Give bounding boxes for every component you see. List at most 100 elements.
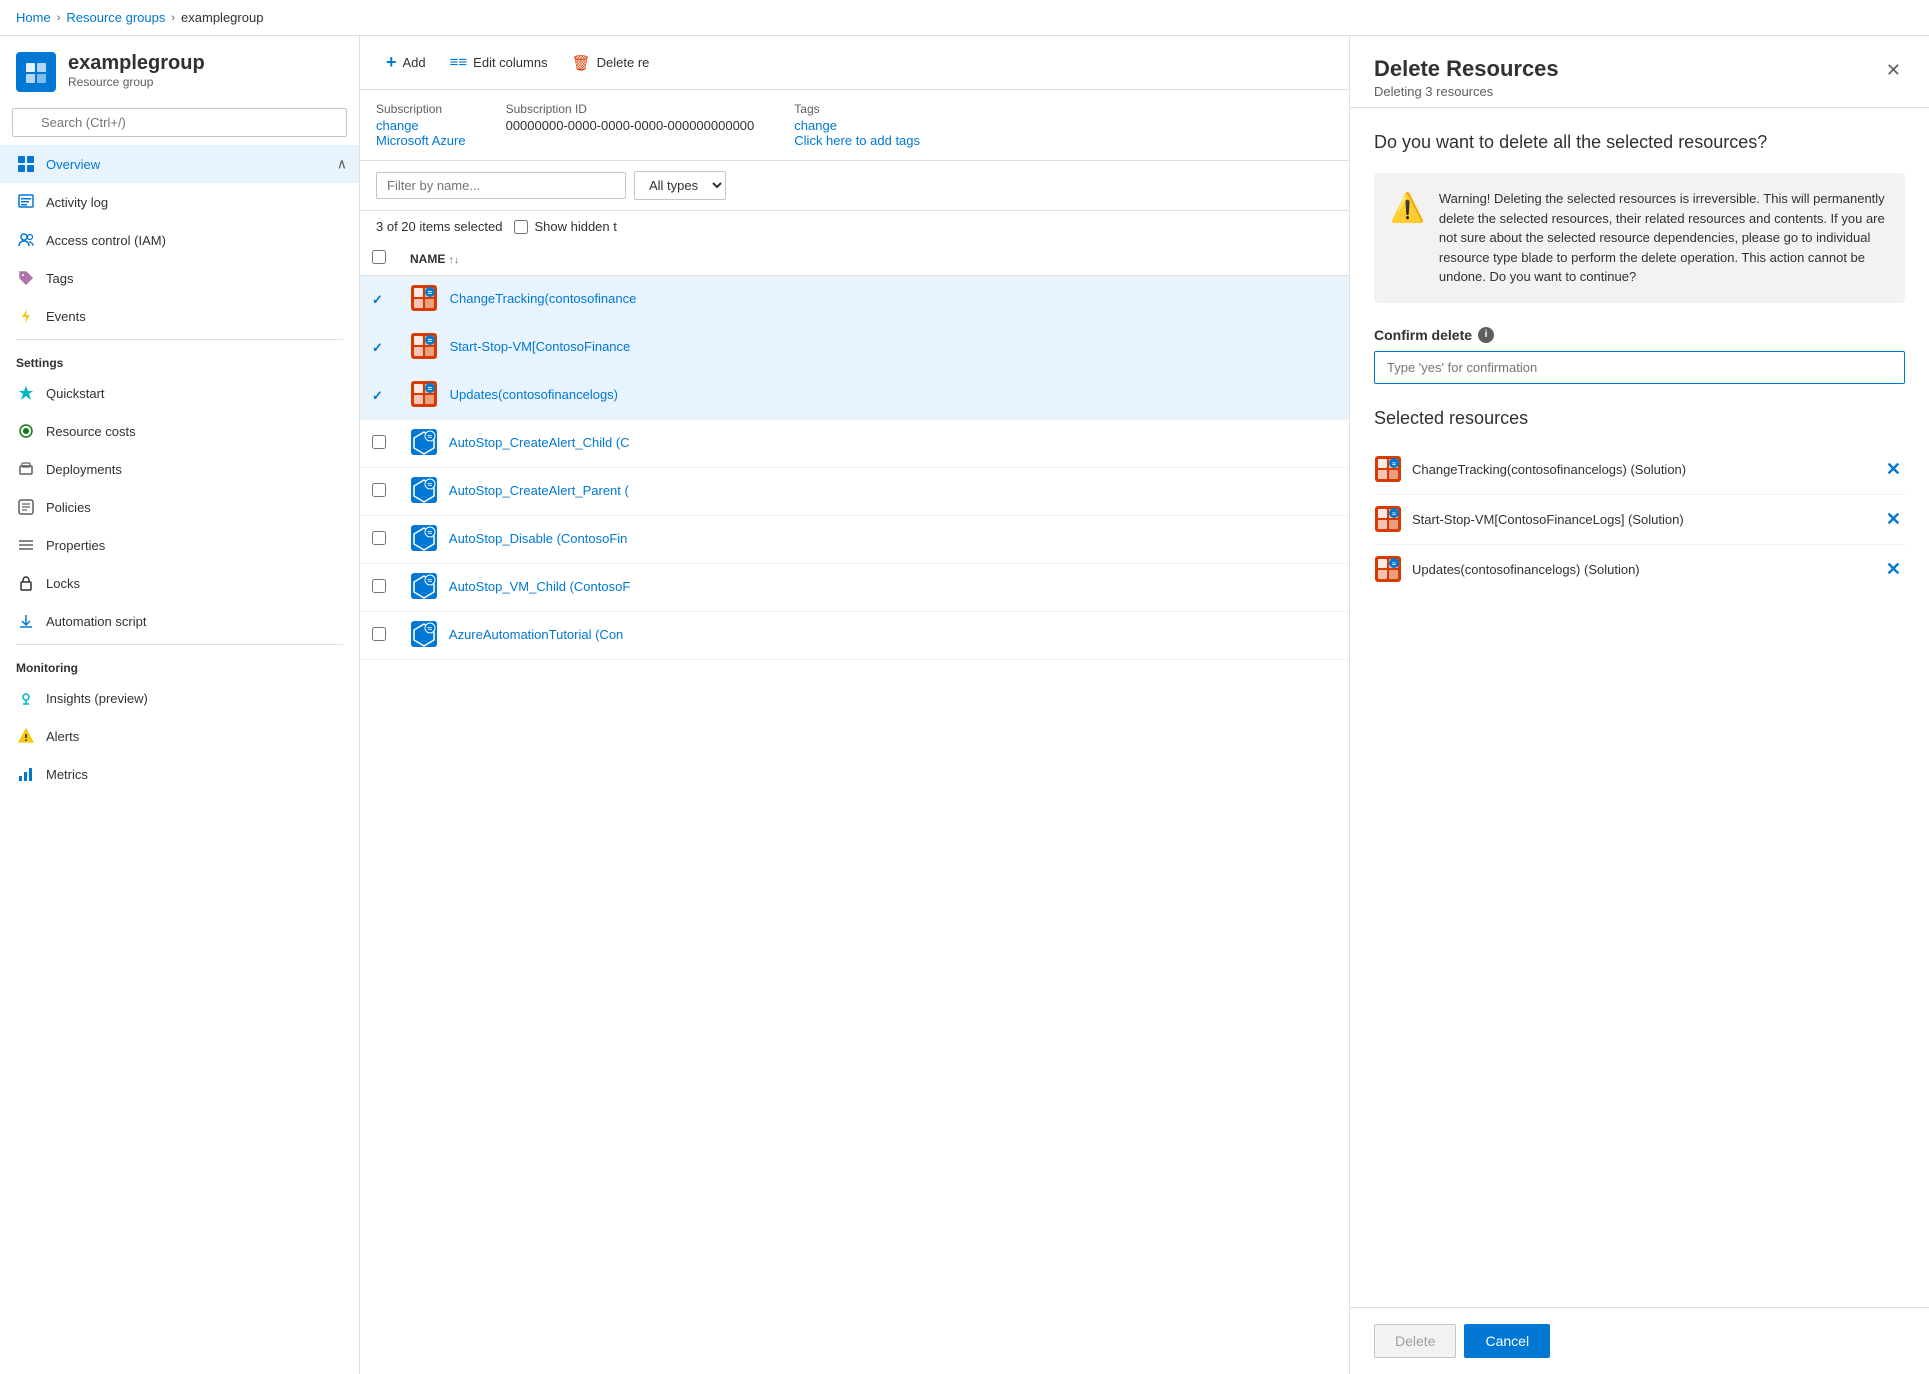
- row-name-cell: ≈ AutoStop_CreateAlert_Child (C: [398, 420, 1349, 468]
- row-checkbox-cell: [360, 516, 398, 564]
- tags-value: change Click here to add tags: [794, 118, 920, 148]
- sidebar-item-insights[interactable]: Insights (preview): [0, 679, 359, 717]
- sidebar-item-alerts[interactable]: Alerts: [0, 717, 359, 755]
- resource-name-link[interactable]: AutoStop_Disable (ContosoFin: [449, 531, 628, 546]
- row-name-cell: ≈ Start-Stop-VM[ContosoFinance: [398, 324, 1349, 372]
- quickstart-icon: [16, 383, 36, 403]
- sidebar-item-resource-costs[interactable]: Resource costs: [0, 412, 359, 450]
- subscription-group: Subscription change Microsoft Azure: [376, 102, 466, 148]
- resource-name-link[interactable]: Start-Stop-VM[ContosoFinance: [450, 339, 631, 354]
- close-panel-button[interactable]: ✕: [1882, 56, 1905, 85]
- delete-resources-panel: Delete Resources Deleting 3 resources ✕ …: [1349, 36, 1929, 1374]
- resource-name-link[interactable]: Updates(contosofinancelogs): [450, 387, 618, 402]
- resource-type-icon: ≈: [410, 620, 438, 651]
- svg-text:≈: ≈: [428, 288, 433, 297]
- selected-resource-icon: ≈: [1374, 555, 1402, 583]
- resource-name-link[interactable]: ChangeTracking(contosofinance: [450, 291, 637, 306]
- row-name-cell: ≈ Updates(contosofinancelogs): [398, 372, 1349, 420]
- row-checkbox[interactable]: [372, 435, 386, 449]
- delete-panel-subtitle: Deleting 3 resources: [1374, 84, 1559, 99]
- cancel-button[interactable]: Cancel: [1464, 1324, 1550, 1358]
- tags-change-link[interactable]: change: [794, 118, 837, 133]
- resource-name-link[interactable]: AutoStop_VM_Child (ContosoF: [449, 579, 630, 594]
- table-row: ≈ AutoStop_VM_Child (ContosoF: [360, 564, 1349, 612]
- search-input[interactable]: [12, 108, 347, 137]
- row-name-cell: ≈ ChangeTracking(contosofinance: [398, 276, 1349, 324]
- resources-table: NAME ↑↓ ✓ ≈ ChangeTracking(contosofinanc…: [360, 242, 1349, 660]
- warning-icon: ⚠️: [1390, 191, 1425, 224]
- subscription-change-link[interactable]: change: [376, 118, 419, 133]
- sidebar-item-quickstart[interactable]: Quickstart: [0, 374, 359, 412]
- selected-resource-name: Updates(contosofinancelogs) (Solution): [1412, 562, 1872, 577]
- breadcrumb-sep-1: ›: [57, 12, 61, 24]
- sidebar-item-locks[interactable]: Locks: [0, 564, 359, 602]
- sort-icon[interactable]: ↑↓: [449, 255, 459, 266]
- show-hidden-group: Show hidden t: [514, 219, 616, 234]
- breadcrumb-resource-groups[interactable]: Resource groups: [66, 10, 165, 25]
- subscription-id-group: Subscription ID 00000000-0000-0000-0000-…: [506, 102, 755, 148]
- sidebar-item-access-control[interactable]: Access control (IAM): [0, 221, 359, 259]
- sidebar-item-tags[interactable]: Tags: [0, 259, 359, 297]
- subscription-id-label: Subscription ID: [506, 102, 755, 116]
- remove-resource-button[interactable]: ✕: [1882, 455, 1905, 484]
- sidebar-item-events[interactable]: Events: [0, 297, 359, 335]
- remove-resource-button[interactable]: ✕: [1882, 505, 1905, 534]
- show-hidden-checkbox[interactable]: [514, 220, 528, 234]
- automation-icon: [16, 611, 36, 631]
- confirm-delete-input[interactable]: [1374, 351, 1905, 384]
- sidebar-item-overview[interactable]: Overview ∧: [0, 145, 359, 183]
- table-row: ≈ AutoStop_CreateAlert_Child (C: [360, 420, 1349, 468]
- tags-add-link[interactable]: Click here to add tags: [794, 133, 920, 148]
- filter-type-select[interactable]: All types: [634, 171, 726, 200]
- lock-icon: [16, 573, 36, 593]
- sidebar-item-metrics[interactable]: Metrics: [0, 755, 359, 793]
- edit-columns-button[interactable]: ≡≡ Edit columns: [440, 48, 558, 77]
- row-checkbox-cell: ✓: [360, 276, 398, 324]
- sidebar-item-access-control-label: Access control (IAM): [46, 233, 166, 248]
- content-area: + Add ≡≡ Edit columns 🗑 Delete re Subscr…: [360, 36, 1349, 1374]
- resource-type-icon: ≈: [410, 524, 438, 555]
- svg-text:≈: ≈: [428, 576, 433, 585]
- row-checkbox[interactable]: [372, 627, 386, 641]
- table-row: ≈ AzureAutomationTutorial (Con: [360, 612, 1349, 660]
- delete-button[interactable]: 🗑 Delete re: [562, 48, 660, 78]
- remove-resource-button[interactable]: ✕: [1882, 555, 1905, 584]
- sidebar-nav: Overview ∧ Activity log Access control (…: [0, 145, 359, 1374]
- delete-confirm-button[interactable]: Delete: [1374, 1324, 1456, 1358]
- name-col-label: NAME: [410, 252, 445, 266]
- table-row: ≈ AutoStop_Disable (ContosoFin: [360, 516, 1349, 564]
- sidebar-item-activity-log[interactable]: Activity log: [0, 183, 359, 221]
- sidebar-item-resource-costs-label: Resource costs: [46, 424, 136, 439]
- alerts-icon: [16, 726, 36, 746]
- sidebar-item-metrics-label: Metrics: [46, 767, 88, 782]
- sidebar-item-events-label: Events: [46, 309, 86, 324]
- add-button[interactable]: + Add: [376, 46, 436, 79]
- filter-name-input[interactable]: [376, 172, 626, 199]
- metrics-icon: [16, 764, 36, 784]
- delete-panel-footer: Delete Cancel: [1350, 1307, 1929, 1374]
- sidebar-item-tags-label: Tags: [46, 271, 73, 286]
- row-checkbox[interactable]: [372, 531, 386, 545]
- row-checkbox[interactable]: [372, 579, 386, 593]
- breadcrumb-home[interactable]: Home: [16, 10, 51, 25]
- resource-name-link[interactable]: AzureAutomationTutorial (Con: [449, 627, 623, 642]
- svg-text:≈: ≈: [428, 480, 433, 489]
- settings-divider: [16, 339, 343, 340]
- content-info: Subscription change Microsoft Azure Subs…: [360, 90, 1349, 161]
- columns-icon: ≡≡: [450, 54, 468, 71]
- sidebar-item-policies[interactable]: Policies: [0, 488, 359, 526]
- row-name-cell: ≈ AutoStop_CreateAlert_Parent (: [398, 468, 1349, 516]
- subscription-name-link[interactable]: Microsoft Azure: [376, 133, 466, 148]
- grid-icon: [16, 154, 36, 174]
- settings-label: Settings: [0, 344, 359, 374]
- sidebar-item-deployments[interactable]: Deployments: [0, 450, 359, 488]
- row-checkbox[interactable]: [372, 483, 386, 497]
- add-label: Add: [403, 55, 426, 70]
- select-all-checkbox[interactable]: [372, 250, 386, 264]
- sidebar-item-properties[interactable]: Properties: [0, 526, 359, 564]
- resource-name-link[interactable]: AutoStop_CreateAlert_Child (C: [449, 435, 630, 450]
- check-mark: ✓: [372, 340, 383, 355]
- resource-name-link[interactable]: AutoStop_CreateAlert_Parent (: [449, 483, 629, 498]
- sidebar-item-automation-script[interactable]: Automation script: [0, 602, 359, 640]
- row-checkbox-cell: [360, 420, 398, 468]
